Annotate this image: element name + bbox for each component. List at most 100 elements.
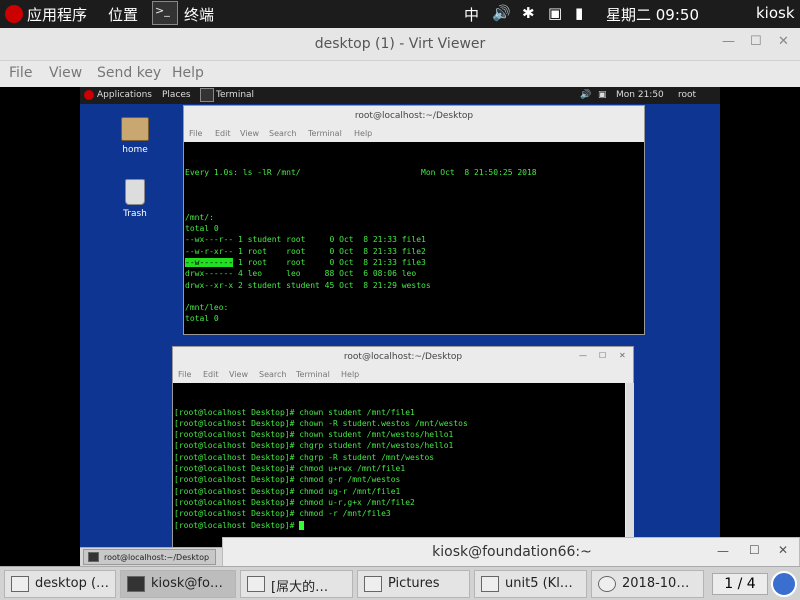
guest-network-icon[interactable]: ▣	[598, 90, 607, 100]
network-icon[interactable]: ▣	[548, 4, 562, 22]
menu-view[interactable]: View	[49, 65, 82, 81]
home-label: home	[122, 145, 148, 155]
minimize-button[interactable]: —	[722, 34, 735, 49]
host-places-menu[interactable]: 位置	[108, 4, 138, 25]
desktop-icon-home[interactable]: home	[105, 117, 165, 155]
menu-file[interactable]: File	[9, 65, 32, 81]
folder-icon	[364, 576, 382, 592]
maximize-button[interactable]: ☐	[599, 351, 606, 360]
close-button[interactable]: ✕	[778, 543, 788, 557]
task-label: kiosk@fo…	[151, 576, 223, 591]
host-terminal-title: kiosk@foundation66:~	[432, 544, 592, 560]
menu-file[interactable]: File	[189, 129, 202, 138]
terminal-scrollbar[interactable]	[626, 383, 634, 550]
virt-viewer-menubar: File View Send key Help	[0, 61, 800, 87]
menu-edit[interactable]: Edit	[203, 370, 219, 379]
command-terminal-window[interactable]: root@localhost:~/Desktop — ☐ ✕ File Edit…	[172, 346, 634, 551]
host-taskbar: desktop (… kiosk@fo… [屌大的… Pictures unit…	[0, 566, 800, 600]
task-2018-10[interactable]: 2018-10…	[591, 570, 704, 598]
menu-send-key[interactable]: Send key	[97, 65, 161, 81]
host-terminal-menu[interactable]: 终端	[184, 4, 214, 25]
task-pictures[interactable]: Pictures	[357, 570, 470, 598]
highlighted-permission: --w-------	[185, 257, 234, 267]
watch-terminal-window[interactable]: root@localhost:~/Desktop File Edit View …	[183, 105, 645, 335]
command-line: [root@localhost Desktop]# chgrp student …	[174, 441, 454, 451]
watch-line: total 0	[185, 314, 219, 324]
close-button[interactable]: ✕	[619, 351, 626, 360]
command-terminal-menubar: File Edit View Search Terminal Help	[173, 367, 633, 383]
watch-line	[185, 200, 643, 211]
volume-icon[interactable]: 🔊	[492, 4, 511, 22]
maximize-button[interactable]: ☐	[750, 34, 762, 49]
guest-desktop[interactable]: Applications Places Terminal 🔊 ▣ Mon 21:…	[80, 87, 720, 566]
guest-taskbar-item[interactable]: root@localhost:~/Desktop	[83, 549, 216, 565]
minimize-button[interactable]: —	[717, 544, 729, 558]
maximize-button[interactable]: ☐	[749, 543, 760, 557]
task-browser[interactable]: [屌大的…	[240, 570, 353, 598]
guest-user-menu[interactable]: root	[678, 90, 696, 100]
image-viewer-icon	[598, 576, 616, 592]
host-applications-menu[interactable]: 应用程序	[27, 4, 87, 25]
close-button[interactable]: ✕	[778, 34, 789, 49]
bluetooth-icon[interactable]: ✱	[522, 4, 535, 22]
menu-edit[interactable]: Edit	[215, 129, 231, 138]
trash-label: Trash	[123, 209, 147, 219]
menu-terminal[interactable]: Terminal	[308, 129, 342, 138]
menu-help[interactable]: Help	[172, 65, 204, 81]
battery-icon[interactable]: ▮	[575, 4, 583, 22]
watch-line: /mnt/leo:	[185, 303, 229, 313]
task-label: unit5 (Kl…	[505, 576, 573, 591]
menu-help[interactable]: Help	[354, 129, 372, 138]
watch-line: drwx------ 4 leo leo 88 Oct 6 08:06 leo	[185, 269, 417, 279]
task-label: 2018-10…	[622, 576, 690, 591]
command-terminal-title: root@localhost:~/Desktop	[343, 352, 463, 362]
watch-line	[185, 291, 643, 302]
virt-viewer-titlebar: desktop (1) - Virt Viewer — ☐ ✕	[0, 28, 800, 61]
workspace-pager[interactable]: 1 / 4	[712, 573, 768, 595]
trash-icon	[125, 179, 145, 205]
watch-terminal-title: root@localhost:~/Desktop	[354, 111, 474, 121]
menu-file[interactable]: File	[178, 370, 191, 379]
task-unit5[interactable]: unit5 (Kl…	[474, 570, 587, 598]
guest-redhat-icon	[84, 90, 94, 100]
guest-places-menu[interactable]: Places	[162, 90, 191, 100]
home-folder-icon	[121, 117, 149, 141]
virt-viewer-title: desktop (1) - Virt Viewer	[314, 36, 486, 52]
menu-search[interactable]: Search	[259, 370, 286, 379]
watch-terminal-output[interactable]: Every 1.0s: ls -lR /mnt/ Mon Oct 8 21:50…	[184, 142, 644, 334]
guest-terminal-menu[interactable]: Terminal	[216, 90, 254, 100]
terminal-icon: >_	[152, 1, 178, 25]
menu-help[interactable]: Help	[341, 370, 359, 379]
host-terminal-window[interactable]: kiosk@foundation66:~ — ☐ ✕	[222, 537, 800, 568]
guest-terminal-icon	[200, 88, 214, 102]
host-user-menu[interactable]: kiosk	[756, 4, 795, 22]
menu-view[interactable]: View	[229, 370, 248, 379]
watch-header-line: Every 1.0s: ls -lR /mnt/ Mon Oct 8 21:50…	[185, 167, 537, 177]
redhat-logo-icon	[5, 5, 23, 23]
menu-search[interactable]: Search	[269, 129, 296, 138]
command-line: [root@localhost Desktop]# chmod g-r /mnt…	[174, 475, 401, 485]
menu-view[interactable]: View	[240, 129, 259, 138]
watch-line: drwx--xr-x 2 student student 45 Oct 8 21…	[185, 280, 431, 290]
watch-line: total 0	[185, 224, 219, 234]
watch-line	[185, 325, 643, 334]
guest-taskbar-item-label: root@localhost:~/Desktop	[104, 553, 210, 562]
command-line: [root@localhost Desktop]# chmod u-r,g+x …	[174, 497, 415, 507]
task-kiosk-terminal[interactable]: kiosk@fo…	[120, 570, 236, 598]
menu-terminal[interactable]: Terminal	[296, 370, 330, 379]
task-virt-viewer[interactable]: desktop (…	[4, 570, 116, 598]
minimize-button[interactable]: —	[579, 351, 587, 360]
command-line: [root@localhost Desktop]# chmod -r /mnt/…	[174, 509, 391, 519]
guest-applications-menu[interactable]: Applications	[97, 90, 152, 100]
guest-volume-icon[interactable]: 🔊	[580, 90, 591, 100]
host-clock[interactable]: 星期二 09:50	[606, 4, 699, 25]
guest-clock[interactable]: Mon 21:50	[616, 90, 664, 100]
watch-line: --wx---r-- 1 student root 0 Oct 8 21:33 …	[185, 235, 426, 245]
command-line: [root@localhost Desktop]# chmod u+rwx /m…	[174, 464, 406, 474]
notification-icon[interactable]	[771, 571, 797, 597]
desktop-icon-trash[interactable]: Trash	[105, 179, 165, 219]
command-terminal-output[interactable]: [root@localhost Desktop]# chown student …	[173, 383, 625, 550]
input-method-indicator[interactable]: 中	[464, 4, 479, 25]
task-label: desktop (…	[35, 576, 110, 591]
watch-line: --w-r-xr-- 1 root root 0 Oct 8 21:33 fil…	[185, 246, 426, 256]
